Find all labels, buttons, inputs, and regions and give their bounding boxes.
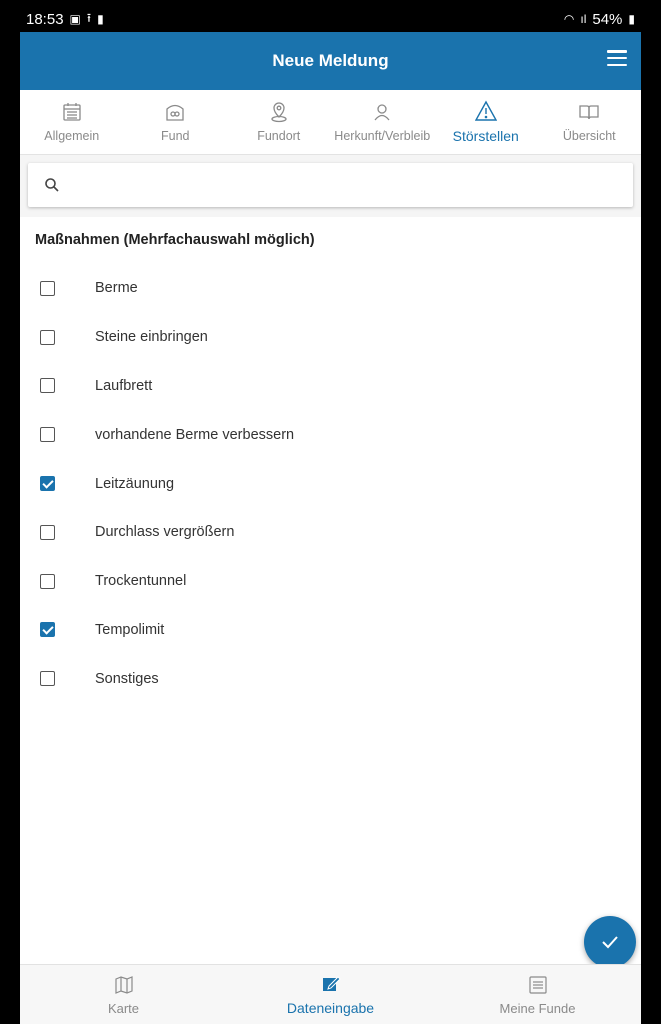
list-icon — [528, 975, 547, 994]
edit-icon — [322, 976, 341, 991]
calendar-icon — [63, 103, 81, 121]
option-label: Sonstiges — [95, 670, 159, 687]
option-leitzaeunung[interactable]: Leitzäunung — [20, 459, 641, 508]
search-input[interactable] — [72, 175, 633, 195]
checkbox[interactable] — [40, 427, 55, 443]
search-icon — [45, 178, 59, 192]
nav-karte[interactable]: Karte — [20, 965, 227, 1024]
tab-fundort[interactable]: Fundort — [227, 90, 331, 154]
checkbox[interactable] — [40, 524, 55, 540]
tab-bar: Allgemein Fund Fundort Herkunft/Verbleib… — [20, 90, 641, 155]
search-bar[interactable] — [28, 163, 633, 207]
option-vorhandene-berme-verbessern[interactable]: vorhandene Berme verbessern — [20, 410, 641, 459]
tab-herkunft-verbleib[interactable]: Herkunft/Verbleib — [331, 90, 435, 154]
nav-meine-funde[interactable]: Meine Funde — [434, 965, 641, 1024]
tab-label: Allgemein — [44, 129, 100, 143]
checkbox[interactable] — [40, 280, 55, 296]
option-label: Durchlass vergrößern — [95, 524, 235, 541]
option-label: Laufbrett — [95, 377, 153, 394]
checkbox-checked[interactable] — [40, 622, 55, 638]
tab-allgemein[interactable]: Allgemein — [20, 90, 124, 154]
book-icon — [579, 105, 599, 120]
tab-uebersicht[interactable]: Übersicht — [538, 90, 642, 154]
tab-fund[interactable]: Fund — [124, 90, 228, 154]
nav-label: Meine Funde — [499, 1000, 576, 1016]
checkbox[interactable] — [40, 573, 55, 589]
section-title: Maßnahmen (Mehrfachauswahl möglich) — [35, 232, 315, 248]
checkbox-checked[interactable] — [40, 476, 55, 492]
page-title: Neue Meldung — [272, 51, 389, 70]
option-tempolimit[interactable]: Tempolimit — [20, 606, 641, 655]
location-pin-icon — [271, 102, 287, 123]
option-label: Tempolimit — [95, 621, 165, 638]
option-laufbrett[interactable]: Laufbrett — [20, 362, 641, 411]
nav-label: Dateneingabe — [286, 1000, 375, 1016]
screen: 18:53 ▣ ⭱ ▮ ◠ ıl 54% ▮ Neue Meldung Allg… — [20, 6, 641, 1024]
option-label: vorhandene Berme verbessern — [95, 426, 295, 443]
map-icon — [114, 975, 133, 994]
battery-icon: ▮ — [628, 12, 635, 26]
checkbox[interactable] — [40, 671, 55, 687]
checkbox[interactable] — [40, 378, 55, 394]
wifi-icon: ◠ — [563, 12, 575, 26]
tab-label: Übersicht — [562, 129, 616, 143]
confirm-fab-button[interactable] — [584, 916, 636, 968]
battery-level: 54% — [592, 10, 623, 28]
tab-label: Störstellen — [452, 128, 519, 144]
tab-label: Fundort — [257, 129, 301, 143]
option-label: Leitzäunung — [95, 475, 175, 492]
search-area — [20, 155, 641, 217]
app-bar: Neue Meldung — [20, 32, 641, 90]
warning-icon — [474, 100, 497, 121]
cage-icon — [166, 104, 184, 121]
status-time: 18:53 — [26, 10, 64, 28]
person-icon — [374, 104, 390, 121]
hamburger-menu-icon[interactable] — [607, 50, 627, 66]
options-list: Berme Steine einbringen Laufbrett vorhan… — [20, 264, 641, 703]
bottom-navigation: Karte Dateneingabe Meine Funde — [20, 964, 641, 1024]
option-sonstiges[interactable]: Sonstiges — [20, 654, 641, 703]
nav-label: Karte — [107, 1000, 140, 1016]
tab-stoerstellen[interactable]: Störstellen — [434, 90, 538, 154]
nav-dateneingabe[interactable]: Dateneingabe — [227, 965, 434, 1024]
signal-icon: ıl — [580, 12, 587, 26]
device-frame: 18:53 ▣ ⭱ ▮ ◠ ıl 54% ▮ Neue Meldung Allg… — [0, 0, 661, 1024]
option-berme[interactable]: Berme — [20, 264, 641, 313]
option-durchlass-vergroessern[interactable]: Durchlass vergrößern — [20, 508, 641, 557]
checkmark-icon — [602, 936, 618, 949]
upload-notification-icon: ⭱ — [86, 10, 92, 25]
option-label: Berme — [95, 280, 138, 297]
option-trockentunnel[interactable]: Trockentunnel — [20, 557, 641, 606]
tab-label: Fund — [161, 129, 190, 143]
option-label: Steine einbringen — [95, 329, 208, 346]
checkbox[interactable] — [40, 329, 55, 345]
option-steine-einbringen[interactable]: Steine einbringen — [20, 313, 641, 362]
tab-label: Herkunft/Verbleib — [334, 129, 431, 143]
option-label: Trockentunnel — [95, 573, 187, 590]
status-bar: 18:53 ▣ ⭱ ▮ ◠ ıl 54% ▮ — [20, 6, 641, 32]
gallery-notification-icon: ▣ — [69, 12, 81, 26]
message-notification-icon: ▮ — [97, 12, 104, 26]
